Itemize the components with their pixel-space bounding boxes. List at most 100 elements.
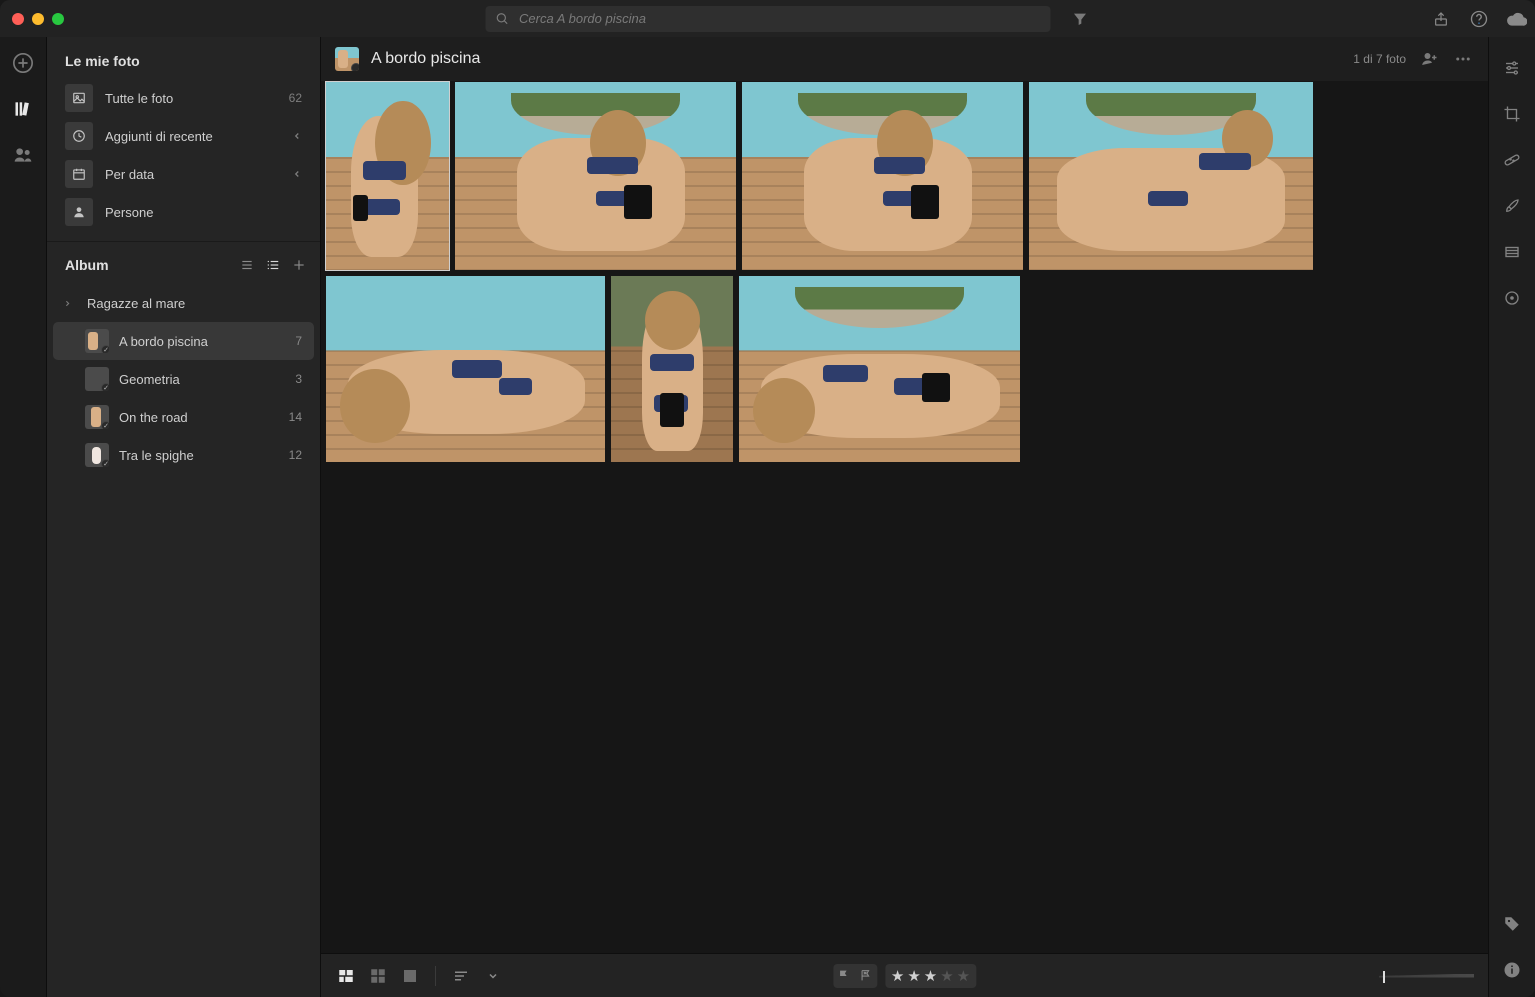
album-row[interactable]: ✓ On the road 14 xyxy=(53,398,314,436)
album-row[interactable]: ✓ Tra le spighe 12 xyxy=(53,436,314,474)
sort-button[interactable] xyxy=(450,965,472,987)
photo-grid xyxy=(321,81,1488,467)
shared-tab[interactable] xyxy=(11,143,35,167)
view-list-button[interactable] xyxy=(238,256,256,274)
radial-gradient-button[interactable] xyxy=(1501,287,1523,309)
cloud-icon xyxy=(1507,11,1527,27)
grid-view-button[interactable] xyxy=(335,965,357,987)
square-grid-button[interactable] xyxy=(367,965,389,987)
photo-thumbnail[interactable] xyxy=(1028,81,1314,271)
window-close-button[interactable] xyxy=(12,13,24,25)
photo-thumbnail[interactable] xyxy=(738,275,1021,463)
star-5[interactable]: ★ xyxy=(957,967,970,985)
share-button[interactable] xyxy=(1431,9,1451,29)
chevron-down-icon xyxy=(487,970,499,982)
album-label: On the road xyxy=(119,410,279,425)
keywords-button[interactable] xyxy=(1501,913,1523,935)
library-tab[interactable] xyxy=(11,97,35,121)
linear-gradient-button[interactable] xyxy=(1501,241,1523,263)
album-row[interactable]: ✓ Geometria 3 xyxy=(53,360,314,398)
flag-reject-button[interactable] xyxy=(855,964,877,988)
library-icon xyxy=(13,99,33,119)
selection-info: 1 di 7 foto xyxy=(1353,52,1406,66)
radial-icon xyxy=(1503,289,1521,307)
rating-stars[interactable]: ★★★★★ xyxy=(885,964,976,988)
album-thumbnail: ✓ xyxy=(85,405,109,429)
chevron-right-icon xyxy=(292,169,302,179)
single-view-button[interactable] xyxy=(399,965,421,987)
more-button[interactable] xyxy=(1452,48,1474,70)
help-icon xyxy=(1470,10,1488,28)
flag-icon xyxy=(837,969,850,982)
add-album-button[interactable] xyxy=(290,256,308,274)
healing-panel-button[interactable] xyxy=(1501,149,1523,171)
flag-pick-button[interactable] xyxy=(833,964,855,988)
my-photos-header: Le mie foto xyxy=(47,37,320,79)
flag-x-icon xyxy=(859,969,872,982)
album-row[interactable]: ✓ A bordo piscina 7 xyxy=(53,322,314,360)
album-count: 12 xyxy=(289,448,302,462)
person-icon xyxy=(65,198,93,226)
album-label: Tra le spighe xyxy=(119,448,279,463)
ellipsis-icon xyxy=(1454,50,1472,68)
star-3[interactable]: ★ xyxy=(924,967,937,985)
album-folder-row[interactable]: Ragazze al mare xyxy=(53,284,314,322)
search-box[interactable] xyxy=(485,6,1050,32)
tag-icon xyxy=(1503,915,1521,933)
album-thumbnail: ✓ xyxy=(85,329,109,353)
star-4[interactable]: ★ xyxy=(940,967,953,985)
zoom-slider[interactable] xyxy=(1379,973,1474,979)
bandage-icon xyxy=(1503,151,1521,169)
album-thumbnail: ✓ xyxy=(85,367,109,391)
flag-controls xyxy=(833,964,877,988)
crop-panel-button[interactable] xyxy=(1501,103,1523,125)
plus-circle-icon xyxy=(12,52,34,74)
right-rail xyxy=(1488,37,1535,997)
funnel-icon xyxy=(1072,11,1088,27)
people-icon xyxy=(13,145,33,165)
sidebar-item-recent[interactable]: Aggiunti di recente xyxy=(53,117,314,155)
crop-icon xyxy=(1503,105,1521,123)
photo-thumbnail[interactable] xyxy=(325,81,450,271)
window-maximize-button[interactable] xyxy=(52,13,64,25)
star-1[interactable]: ★ xyxy=(891,967,904,985)
search-input[interactable] xyxy=(517,10,1040,27)
album-label: A bordo piscina xyxy=(119,334,285,349)
grid-justified-icon xyxy=(337,967,355,985)
window-controls xyxy=(12,13,64,25)
star-2[interactable]: ★ xyxy=(907,967,920,985)
album-count: 3 xyxy=(295,372,302,386)
share-icon xyxy=(1433,11,1449,27)
sidebar-item-all-photos[interactable]: Tutte le foto 62 xyxy=(53,79,314,117)
left-rail xyxy=(0,37,47,997)
view-grid-button[interactable] xyxy=(264,256,282,274)
search-icon xyxy=(495,12,509,26)
sidebar-item-people[interactable]: Persone xyxy=(53,193,314,231)
photo-thumbnail[interactable] xyxy=(454,81,737,271)
album-count: 14 xyxy=(289,410,302,424)
sort-icon xyxy=(452,967,470,985)
help-button[interactable] xyxy=(1469,9,1489,29)
edit-panel-button[interactable] xyxy=(1501,57,1523,79)
photo-thumbnail[interactable] xyxy=(325,275,606,463)
chevron-right-icon xyxy=(292,131,302,141)
calendar-icon xyxy=(65,160,93,188)
photo-thumbnail[interactable] xyxy=(610,275,734,463)
window-minimize-button[interactable] xyxy=(32,13,44,25)
cloud-sync-button[interactable] xyxy=(1507,9,1527,29)
album-thumbnail: ✓ xyxy=(85,443,109,467)
album-label: Geometria xyxy=(119,372,285,387)
photo-thumbnail[interactable] xyxy=(741,81,1024,271)
album-thumbnail xyxy=(335,47,359,71)
sort-dropdown[interactable] xyxy=(482,965,504,987)
single-icon xyxy=(401,967,419,985)
brush-panel-button[interactable] xyxy=(1501,195,1523,217)
info-button[interactable] xyxy=(1501,959,1523,981)
sliders-icon xyxy=(1503,59,1521,77)
contributors-button[interactable] xyxy=(1418,48,1440,70)
sidebar-item-by-date[interactable]: Per data xyxy=(53,155,314,193)
photo-grid-scroll[interactable] xyxy=(321,81,1488,953)
filter-button[interactable] xyxy=(1068,7,1092,31)
grid-square-icon xyxy=(369,967,387,985)
add-photos-button[interactable] xyxy=(11,51,35,75)
